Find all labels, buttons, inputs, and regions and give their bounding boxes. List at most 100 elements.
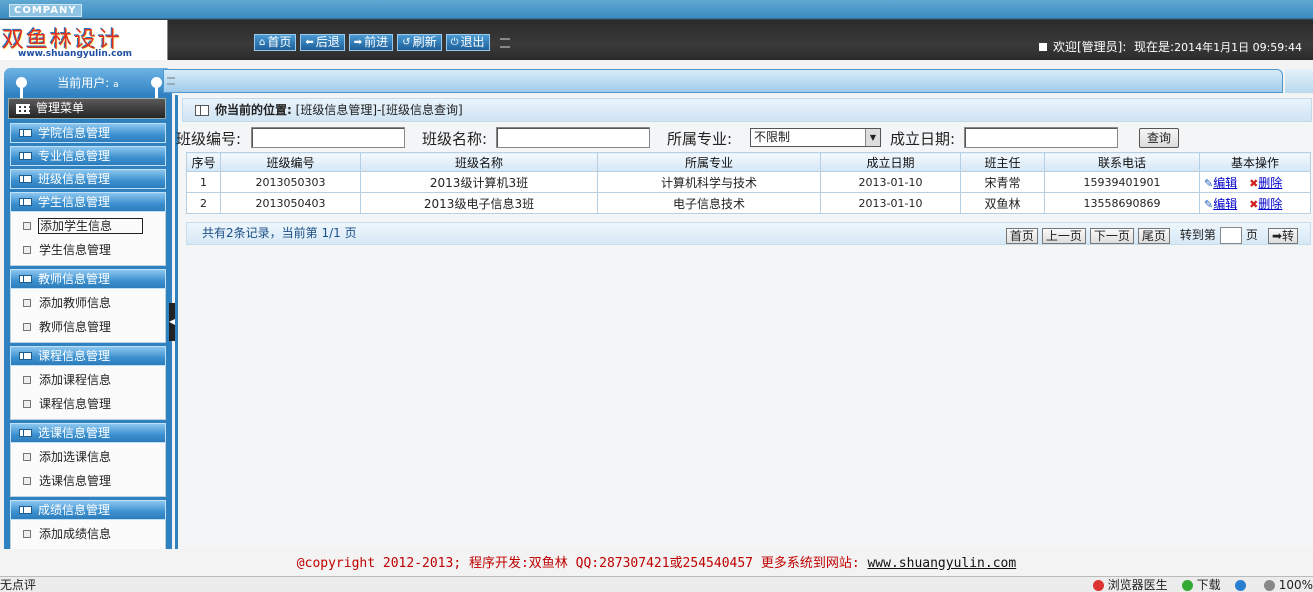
menu-list: 学院信息管理 专业信息管理 班级信息管理 学生信息管理 添加学生信息 学生信息管… xyxy=(10,123,166,549)
menu-item-add-student[interactable]: 添加学生信息 xyxy=(11,214,165,238)
menu-head-teacher[interactable]: 教师信息管理 xyxy=(10,269,166,289)
goto-page-input[interactable] xyxy=(1219,227,1242,244)
class-no-input[interactable] xyxy=(251,127,405,148)
menu-item-add-score[interactable]: 添加成绩信息 xyxy=(11,522,165,546)
query-button[interactable]: 查询 xyxy=(1139,128,1179,148)
home-button[interactable]: ⌂ 首页 xyxy=(254,34,297,51)
menu-item-add-course[interactable]: 添加课程信息 xyxy=(11,368,165,392)
home-icon: ⌂ xyxy=(259,36,266,48)
menu-group-course: 课程信息管理 添加课程信息 课程信息管理 xyxy=(10,346,166,420)
menu-items: 添加学生信息 学生信息管理 xyxy=(10,212,166,266)
doc-icon xyxy=(23,530,31,538)
pin-icon xyxy=(16,77,27,98)
top-nav: ⌂ 首页 ⬅ 后退 ➡ 前进 ↺ 刷新 ⏻ 退出 xyxy=(254,34,510,51)
website-link[interactable]: www.shuangyulin.com xyxy=(867,556,1016,571)
forward-button[interactable]: ➡ 前进 xyxy=(348,34,394,51)
menu-item-student-manage[interactable]: 学生信息管理 xyxy=(11,238,165,262)
menu-head-major[interactable]: 专业信息管理 xyxy=(10,146,166,166)
search-form: 班级编号: 班级名称: 所属专业: 不限制 ▼ 成立日期: 查询 xyxy=(176,126,1313,150)
menu-title: 管理菜单 xyxy=(8,98,166,119)
doc-icon xyxy=(23,222,31,230)
delete-link[interactable]: 删除 xyxy=(1258,197,1282,211)
col-header: 联系电话 xyxy=(1044,152,1200,172)
class-name-input[interactable] xyxy=(496,127,650,148)
logout-button[interactable]: ⏻ 退出 xyxy=(445,34,490,51)
footer: @copyright 2012-2013; 程序开发:双鱼林 QQ:287307… xyxy=(0,552,1313,574)
prev-page-button[interactable]: 上一页 xyxy=(1041,227,1086,244)
book-icon xyxy=(19,275,32,283)
menu-head-label: 班级信息管理 xyxy=(38,172,111,186)
major-select[interactable]: 不限制 ▼ xyxy=(750,128,881,147)
major-select-value: 不限制 xyxy=(754,130,791,144)
browser-doctor-button[interactable]: 浏览器医生 xyxy=(1092,577,1168,592)
doc-icon xyxy=(23,323,31,331)
ie-icon[interactable] xyxy=(1234,577,1250,592)
delete-icon: ✖ xyxy=(1249,176,1259,190)
col-header: 序号 xyxy=(186,152,221,172)
goto-label: 转到第 xyxy=(1179,228,1216,242)
home-label: 首页 xyxy=(267,35,292,49)
app-window: COMPANY 双鱼林设计 www.shuangyulin.com ⌂ 首页 ⬅ 后… xyxy=(0,0,1313,592)
menu-item-selection-manage[interactable]: 选课信息管理 xyxy=(11,469,165,493)
menu-head-course[interactable]: 课程信息管理 xyxy=(10,346,166,366)
site-logo[interactable]: 双鱼林设计 www.shuangyulin.com xyxy=(0,20,168,60)
menu-head-college[interactable]: 学院信息管理 xyxy=(10,123,166,143)
edit-link[interactable]: 编辑 xyxy=(1213,176,1237,190)
pencil-icon: ✎ xyxy=(1204,176,1214,190)
goto-button[interactable]: ➡转 xyxy=(1267,227,1298,244)
menu-item-label: 添加选课信息 xyxy=(39,450,112,464)
menu-items: 添加教师信息 教师信息管理 xyxy=(10,289,166,343)
menu-head-student[interactable]: 学生信息管理 xyxy=(10,192,166,212)
current-time: 2014年1月1日 09:59:44 xyxy=(1174,41,1302,54)
menu-group-class: 班级信息管理 xyxy=(10,169,166,189)
status-text: 无点评 xyxy=(0,578,37,592)
page-suffix: 页 xyxy=(1245,228,1258,242)
book-icon xyxy=(19,352,32,360)
cell-teacher: 双鱼林 xyxy=(960,192,1045,214)
zoom-button[interactable]: 100% xyxy=(1263,577,1313,592)
next-page-button[interactable]: 下一页 xyxy=(1089,227,1134,244)
last-page-button[interactable]: 尾页 xyxy=(1137,227,1170,244)
back-button[interactable]: ⬅ 后退 xyxy=(300,34,345,51)
first-page-button[interactable]: 首页 xyxy=(1005,227,1038,244)
download-button[interactable]: 下载 xyxy=(1181,577,1221,592)
col-header: 基本操作 xyxy=(1199,152,1311,172)
menu-head-label: 课程信息管理 xyxy=(38,349,111,363)
delete-link[interactable]: 删除 xyxy=(1258,176,1282,190)
menu-item-add-teacher[interactable]: 添加教师信息 xyxy=(11,291,165,315)
status-tools: 浏览器医生 下载 100% xyxy=(1092,577,1313,592)
cell-date: 2013-01-10 xyxy=(820,192,961,214)
table-row: 1 2013050303 2013级计算机3班 计算机科学与技术 2013-01… xyxy=(186,171,1311,193)
download-label: 下载 xyxy=(1196,578,1221,592)
zoom-icon xyxy=(1263,580,1275,591)
logo-url: www.shuangyulin.com xyxy=(18,49,133,59)
menu-head-score[interactable]: 成绩信息管理 xyxy=(10,500,166,520)
menu-group-teacher: 教师信息管理 添加教师信息 教师信息管理 xyxy=(10,269,166,343)
pager: 共有2条记录，当前第 1/1 页 首页 上一页 下一页 尾页 转到第 页 ➡转 xyxy=(186,222,1311,245)
back-icon: ⬅ xyxy=(305,36,314,48)
refresh-button[interactable]: ↺ 刷新 xyxy=(397,34,442,51)
menu-group-selection: 选课信息管理 添加选课信息 选课信息管理 xyxy=(10,423,166,497)
refresh-icon: ↺ xyxy=(402,36,411,48)
breadcrumb-path: [班级信息管理]-[班级信息查询] xyxy=(295,103,463,117)
menu-item-add-selection[interactable]: 添加选课信息 xyxy=(11,445,165,469)
doc-icon xyxy=(23,246,31,254)
menu-item-label: 学生信息管理 xyxy=(39,243,112,257)
table-header-row: 序号 班级编号 班级名称 所属专业 成立日期 班主任 联系电话 基本操作 xyxy=(186,152,1311,172)
menu-item-course-manage[interactable]: 课程信息管理 xyxy=(11,392,165,416)
menu-head-class[interactable]: 班级信息管理 xyxy=(10,169,166,189)
menu-head-selection[interactable]: 选课信息管理 xyxy=(10,423,166,443)
menu-head-label: 选课信息管理 xyxy=(38,426,111,440)
cell-phone: 15939401901 xyxy=(1044,171,1200,193)
date-input[interactable] xyxy=(964,127,1118,148)
menu-head-label: 教师信息管理 xyxy=(38,272,111,286)
sidebar: 当前用户: a 管理菜单 学院信息管理 专业信息管理 班级信息管理 学生信息管理… xyxy=(4,68,172,549)
grid-icon xyxy=(16,104,30,114)
menu-item-teacher-manage[interactable]: 教师信息管理 xyxy=(11,315,165,339)
table-row: 2 2013050403 2013级电子信息3班 电子信息技术 2013-01-… xyxy=(186,192,1311,214)
edit-link[interactable]: 编辑 xyxy=(1213,197,1237,211)
logout-label: 退出 xyxy=(460,35,485,49)
book-icon xyxy=(19,198,32,206)
cell-phone: 13558690869 xyxy=(1044,192,1200,214)
welcome-area: 欢迎[管理员]: 现在是:2014年1月1日 09:59:44 xyxy=(1038,38,1302,55)
